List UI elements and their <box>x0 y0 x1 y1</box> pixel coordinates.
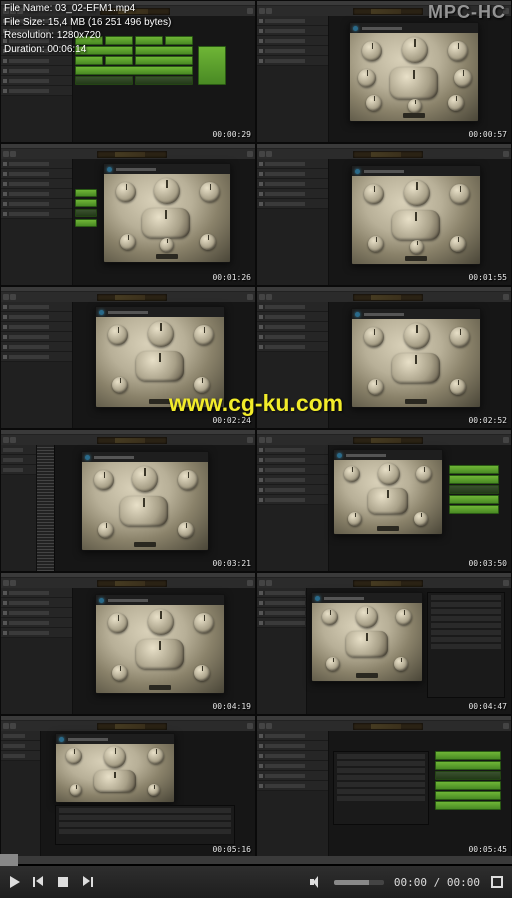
stop-button[interactable] <box>56 875 70 889</box>
play-icon <box>10 876 20 888</box>
fullscreen-button[interactable] <box>490 875 504 889</box>
thumbnail: 00:03:21 <box>0 429 256 572</box>
thumbnail-timestamp: 00:05:16 <box>212 845 251 854</box>
thumbnail: 00:05:45 <box>256 715 512 858</box>
thumbnail-timestamp: 00:04:19 <box>212 702 251 711</box>
thumbnail: 00:04:19 <box>0 572 256 715</box>
thumbnail-timestamp: 00:03:21 <box>212 559 251 568</box>
seek-bar[interactable] <box>0 854 512 866</box>
thumbnail: 00:05:16 <box>0 715 256 858</box>
thumbnail: 00:02:52 <box>256 286 512 429</box>
thumbnail-timestamp: 00:01:55 <box>468 273 507 282</box>
thumbnail: 00:03:50 <box>256 429 512 572</box>
thumbnail-timestamp: 00:00:29 <box>212 130 251 139</box>
duration-value: 00:06:14 <box>47 44 86 55</box>
thumbnail-timestamp: 00:03:50 <box>468 559 507 568</box>
player-controls: 00:00 / 00:00 <box>0 866 512 898</box>
fullscreen-icon <box>491 876 503 888</box>
resolution-label: Resolution: <box>4 30 54 41</box>
app-logo: MPC-HC <box>428 2 506 23</box>
thumbnail: 00:02:24 <box>0 286 256 429</box>
time-display: 00:00 / 00:00 <box>394 876 480 889</box>
thumbnail-timestamp: 00:02:24 <box>212 416 251 425</box>
thumbnail-timestamp: 00:01:26 <box>212 273 251 282</box>
skip-back-button[interactable] <box>32 875 46 889</box>
skip-forward-button[interactable] <box>80 875 94 889</box>
filename-label: File Name: <box>4 3 52 14</box>
thumbnail-timestamp: 00:00:57 <box>468 130 507 139</box>
skip-back-icon <box>33 876 45 888</box>
thumbnail-timestamp: 00:05:45 <box>468 845 507 854</box>
play-button[interactable] <box>8 875 22 889</box>
thumbnail: 00:01:55 <box>256 143 512 286</box>
thumbnail-timestamp: 00:02:52 <box>468 416 507 425</box>
volume-button[interactable] <box>310 875 324 889</box>
filename-value: 03_02-EFM1.mp4 <box>55 3 135 14</box>
thumbnail-grid: 00:00:29 <box>0 0 512 858</box>
resolution-value: 1280x720 <box>57 30 101 41</box>
thumbnail: 00:04:47 <box>256 572 512 715</box>
duration-label: Duration: <box>4 44 45 55</box>
filesize-label: File Size: <box>4 17 45 28</box>
file-info-overlay: File Name: 03_02-EFM1.mp4 File Size: 15,… <box>4 2 171 56</box>
thumbnail-timestamp: 00:04:47 <box>468 702 507 711</box>
volume-icon <box>310 875 324 889</box>
skip-forward-icon <box>81 876 93 888</box>
filesize-value: 15,4 MB (16 251 496 bytes) <box>48 17 171 28</box>
thumbnail: 00:01:26 <box>0 143 256 286</box>
stop-icon <box>58 877 68 887</box>
volume-slider[interactable] <box>334 880 384 885</box>
